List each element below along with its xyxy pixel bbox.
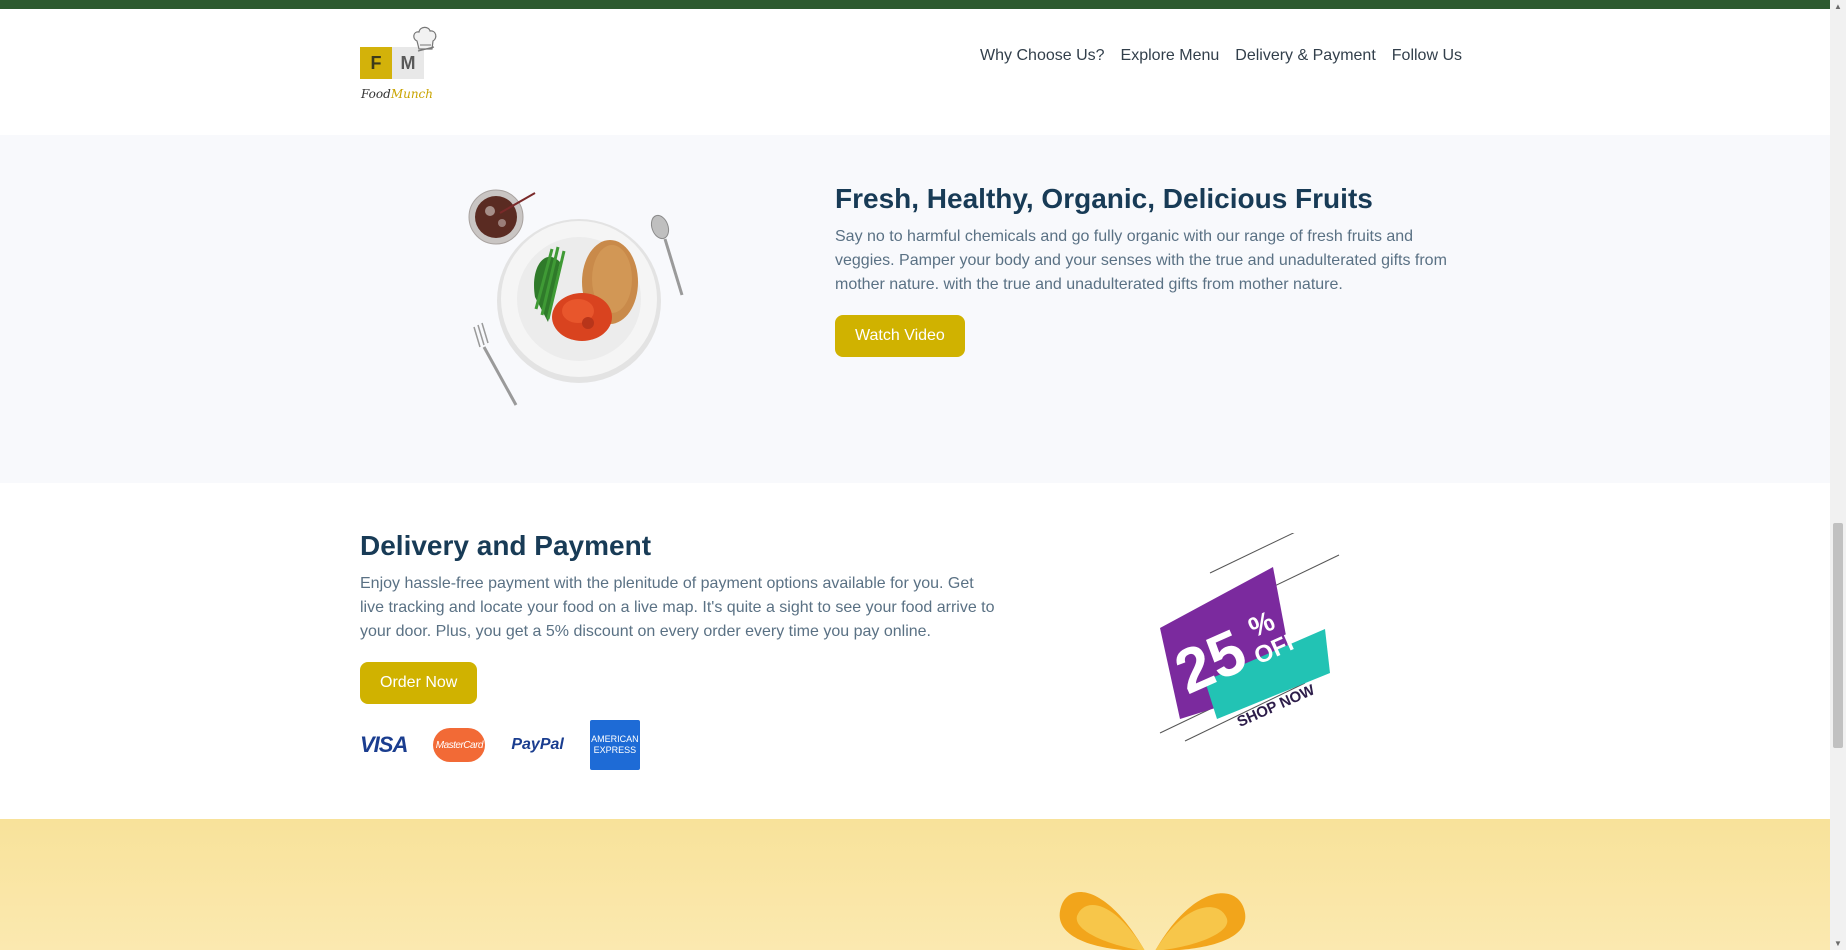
brand-munch: Munch bbox=[390, 87, 434, 101]
brand-food: Food bbox=[361, 87, 391, 101]
gift-section bbox=[0, 819, 1830, 950]
logo-letter-f: F bbox=[360, 47, 392, 79]
discount-badge[interactable]: 25 % OFF SHOP NOW bbox=[1155, 533, 1345, 743]
fruits-section: Fresh, Healthy, Organic, Delicious Fruit… bbox=[0, 135, 1830, 483]
scroll-up-icon[interactable]: ▲ bbox=[1834, 2, 1842, 11]
scrollbar-thumb[interactable] bbox=[1833, 523, 1843, 748]
mastercard-icon: MasterCard bbox=[433, 728, 486, 762]
chef-hat-icon bbox=[413, 26, 437, 52]
amex-line1: AMERICAN bbox=[591, 734, 639, 744]
paypal-icon: PayPal bbox=[511, 736, 564, 753]
main-nav: Why Choose Us? Explore Menu Delivery & P… bbox=[980, 47, 1462, 65]
delivery-title: Delivery and Payment bbox=[360, 530, 652, 561]
nav-follow-us[interactable]: Follow Us bbox=[1392, 47, 1462, 65]
gift-bow-icon bbox=[1059, 891, 1246, 950]
delivery-content: Delivery and Payment Enjoy hassle-free p… bbox=[360, 530, 1000, 770]
top-accent-bar bbox=[0, 0, 1830, 9]
brand-name: FoodMunch bbox=[361, 87, 433, 101]
delivery-description: Enjoy hassle-free payment with the pleni… bbox=[360, 575, 995, 640]
nav-explore-menu[interactable]: Explore Menu bbox=[1121, 47, 1220, 65]
amex-label: AMERICAN EXPRESS bbox=[591, 734, 639, 756]
page-scrollbar[interactable]: ▲ ▼ bbox=[1830, 0, 1846, 950]
scroll-down-icon[interactable]: ▼ bbox=[1834, 939, 1842, 948]
plate-icon bbox=[497, 219, 661, 383]
order-now-button[interactable]: Order Now bbox=[360, 662, 478, 704]
fruits-title: Fresh, Healthy, Organic, Delicious Fruit… bbox=[835, 183, 1373, 214]
nav-why-choose-us[interactable]: Why Choose Us? bbox=[980, 47, 1105, 65]
visa-icon: VISA bbox=[360, 732, 408, 757]
site-header: F M FoodMunch Why Choose Us? Explore Men… bbox=[0, 9, 1830, 135]
nav-delivery-payment[interactable]: Delivery & Payment bbox=[1235, 47, 1376, 65]
amex-icon: AMERICAN EXPRESS bbox=[589, 720, 640, 770]
watch-video-button[interactable]: Watch Video bbox=[835, 315, 965, 357]
drink-icon bbox=[468, 189, 536, 245]
food-plate-image bbox=[460, 187, 700, 417]
payment-methods: VISA MasterCard PayPal AMERICAN EXPRESS bbox=[360, 720, 1000, 770]
foodmunch-logo[interactable]: F M FoodMunch bbox=[360, 25, 450, 109]
fruits-content: Fresh, Healthy, Organic, Delicious Fruit… bbox=[835, 183, 1455, 357]
amex-line2: EXPRESS bbox=[593, 745, 637, 755]
delivery-payment-section: Delivery and Payment Enjoy hassle-free p… bbox=[0, 483, 1830, 819]
fruits-description: Say no to harmful chemicals and go fully… bbox=[835, 228, 1447, 293]
